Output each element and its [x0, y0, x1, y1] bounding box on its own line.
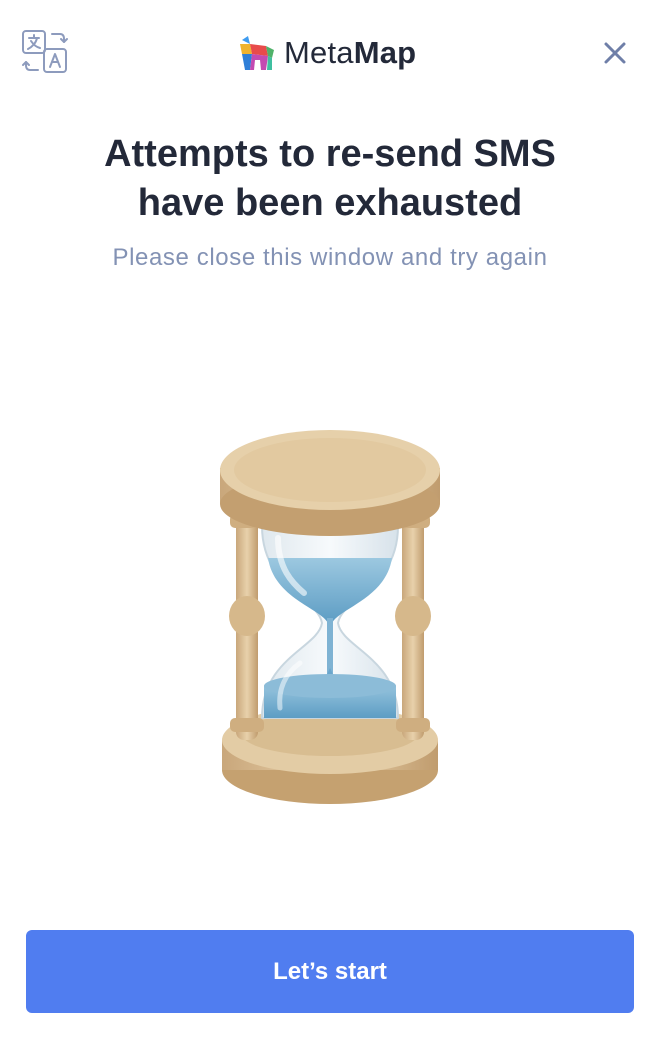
- title-line-2: have been exhausted: [137, 182, 523, 224]
- page-title: Attempts to re-send SMS have been exhaus…: [60, 130, 600, 228]
- verification-page: MetaMap Attempts to re-send SMS have bee…: [0, 0, 660, 1039]
- hourglass-illustration: [200, 418, 460, 818]
- close-icon: [604, 42, 626, 64]
- hourglass-icon: [220, 430, 440, 804]
- page-subtitle: Please close this window and try again: [112, 244, 548, 271]
- brand-name-light: Meta: [284, 35, 354, 70]
- language-button[interactable]: [20, 28, 70, 76]
- brand-name: MetaMap: [284, 35, 416, 71]
- header: MetaMap: [0, 0, 660, 110]
- close-button[interactable]: [598, 36, 632, 70]
- translate-icon: [22, 30, 68, 73]
- title-line-1: Attempts to re-send SMS: [104, 133, 556, 175]
- lets-start-button[interactable]: Let’s start: [26, 930, 634, 1013]
- brand-logo-icon: [236, 32, 278, 74]
- brand-name-bold: Map: [353, 35, 417, 70]
- metamap-logo: MetaMap: [236, 30, 416, 76]
